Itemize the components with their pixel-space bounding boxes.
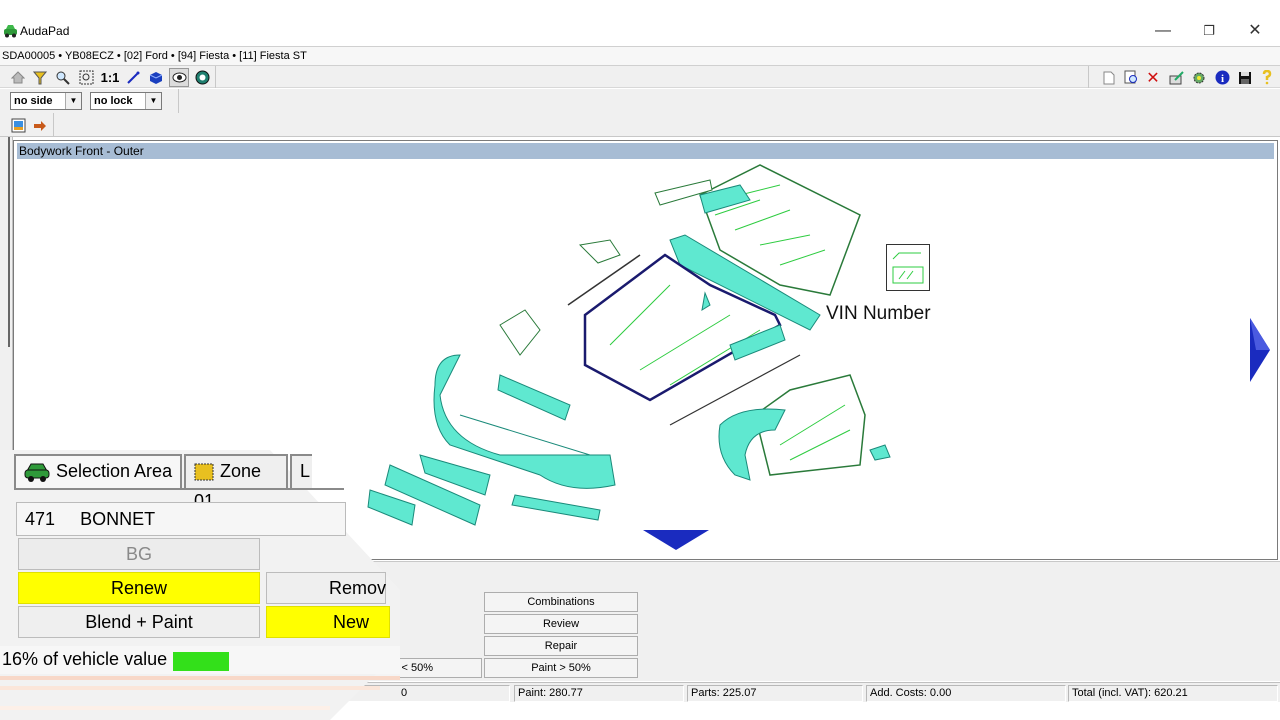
combinations-button[interactable]: Combinations xyxy=(484,592,638,612)
edit-icon[interactable] xyxy=(1166,68,1186,87)
save-icon[interactable] xyxy=(1235,68,1255,87)
decorative-stripe xyxy=(0,686,380,690)
blend-paint-button[interactable]: Blend + Paint xyxy=(18,606,260,638)
new-document-icon[interactable] xyxy=(1099,68,1119,87)
part-name: BONNET xyxy=(80,509,156,529)
vin-number-label[interactable]: VIN Number xyxy=(826,303,931,325)
vin-plate-icon[interactable] xyxy=(886,244,930,291)
actual-size-icon[interactable]: 1:1 xyxy=(99,68,121,87)
side-select[interactable]: no side ▼ xyxy=(10,92,82,110)
headlamp-part[interactable] xyxy=(499,309,541,356)
secondary-tools-group xyxy=(0,113,54,137)
secondary-toolbar xyxy=(0,113,1280,137)
grand-total: Total (incl. VAT): 620.21 xyxy=(1068,685,1278,702)
zone-icon xyxy=(194,463,214,481)
decorative-stripe xyxy=(0,706,330,710)
arrow-icon[interactable] xyxy=(30,116,50,135)
delete-icon[interactable]: ✕ xyxy=(1143,68,1163,87)
vehicle-value-label: 16% of vehicle value xyxy=(2,649,168,669)
side-select-value: no side xyxy=(14,95,53,107)
bg-button[interactable]: BG xyxy=(18,538,260,570)
info-icon[interactable]: i xyxy=(1212,68,1232,87)
selected-part-row: 471 BONNET xyxy=(16,502,346,536)
bracket-part[interactable] xyxy=(578,239,621,264)
chevron-down-icon: ▼ xyxy=(65,93,81,109)
svg-text:i: i xyxy=(1220,73,1223,85)
settings-icon[interactable] xyxy=(1189,68,1209,87)
zoom-fit-icon[interactable] xyxy=(76,68,96,87)
car-icon xyxy=(24,463,50,483)
home-icon[interactable] xyxy=(8,68,28,87)
splitter-line xyxy=(8,137,10,347)
window-title: AudaPad xyxy=(20,24,70,38)
lock-select-value: no lock xyxy=(94,95,133,107)
close-button[interactable]: ✕ xyxy=(1232,18,1278,44)
tab-more[interactable]: L xyxy=(290,454,312,488)
bumper-trim-part[interactable] xyxy=(511,494,601,521)
tab-zone-01[interactable]: Zone 01 xyxy=(184,454,288,511)
divider xyxy=(178,89,179,113)
additional-costs-total: Add. Costs: 0.00 xyxy=(866,685,1066,702)
eye-icon[interactable] xyxy=(169,68,189,87)
picture-icon[interactable] xyxy=(8,116,28,135)
decorative-stripe xyxy=(0,676,400,680)
selector-bar: no side ▼ no lock ▼ xyxy=(0,89,1280,113)
part-code: 471 xyxy=(25,509,56,529)
globe-icon[interactable] xyxy=(192,68,212,87)
tab-selection-area[interactable]: Selection Area xyxy=(14,454,182,488)
next-page-arrow-icon[interactable] xyxy=(1248,318,1272,382)
repair-button[interactable]: Repair xyxy=(484,636,638,656)
search-document-icon[interactable] xyxy=(1121,68,1141,87)
main-toolbar: 1:1 ✕ i xyxy=(0,66,1280,88)
bodywork-diagram xyxy=(367,164,891,526)
tab-underline xyxy=(14,488,344,490)
parts-total: Parts: 225.07 xyxy=(687,685,863,702)
remove-button[interactable]: Remov xyxy=(266,572,386,604)
view-tools-group: 1:1 xyxy=(0,66,216,88)
renew-button[interactable]: Renew xyxy=(18,572,260,604)
vehicle-value-bar xyxy=(173,652,229,671)
paint-over-50-button[interactable]: Paint > 50% xyxy=(484,658,638,678)
filter-icon[interactable] xyxy=(30,68,50,87)
zoomed-selection-panel: Selection Area Zone 01 L 471 BONNET BG R… xyxy=(0,450,400,720)
measure-icon[interactable] xyxy=(123,68,143,87)
grille-part[interactable] xyxy=(497,374,571,421)
scroll-down-arrow-icon[interactable] xyxy=(643,528,709,552)
paint-total: Paint: 280.77 xyxy=(514,685,684,702)
lock-select[interactable]: no lock ▼ xyxy=(90,92,162,110)
chevron-down-icon: ▼ xyxy=(145,93,161,109)
restore-button[interactable]: ❐ xyxy=(1186,18,1232,44)
document-tools-group: ✕ i xyxy=(1088,66,1280,88)
new-part-button[interactable]: New pa xyxy=(266,606,390,662)
minimize-button[interactable]: — xyxy=(1140,18,1186,44)
title-bar: AudaPad — ❐ ✕ xyxy=(0,0,1280,44)
review-button[interactable]: Review xyxy=(484,614,638,634)
breadcrumb: SDA00005 • YB08ECZ • [02] Ford • [94] Fi… xyxy=(0,46,1280,66)
car-app-icon xyxy=(4,25,17,38)
cube-icon[interactable] xyxy=(146,68,166,87)
help-icon[interactable] xyxy=(1257,68,1277,87)
clip-part[interactable] xyxy=(869,444,891,461)
magnify-icon[interactable] xyxy=(53,68,73,87)
tab-selection-area-label: Selection Area xyxy=(56,461,173,481)
